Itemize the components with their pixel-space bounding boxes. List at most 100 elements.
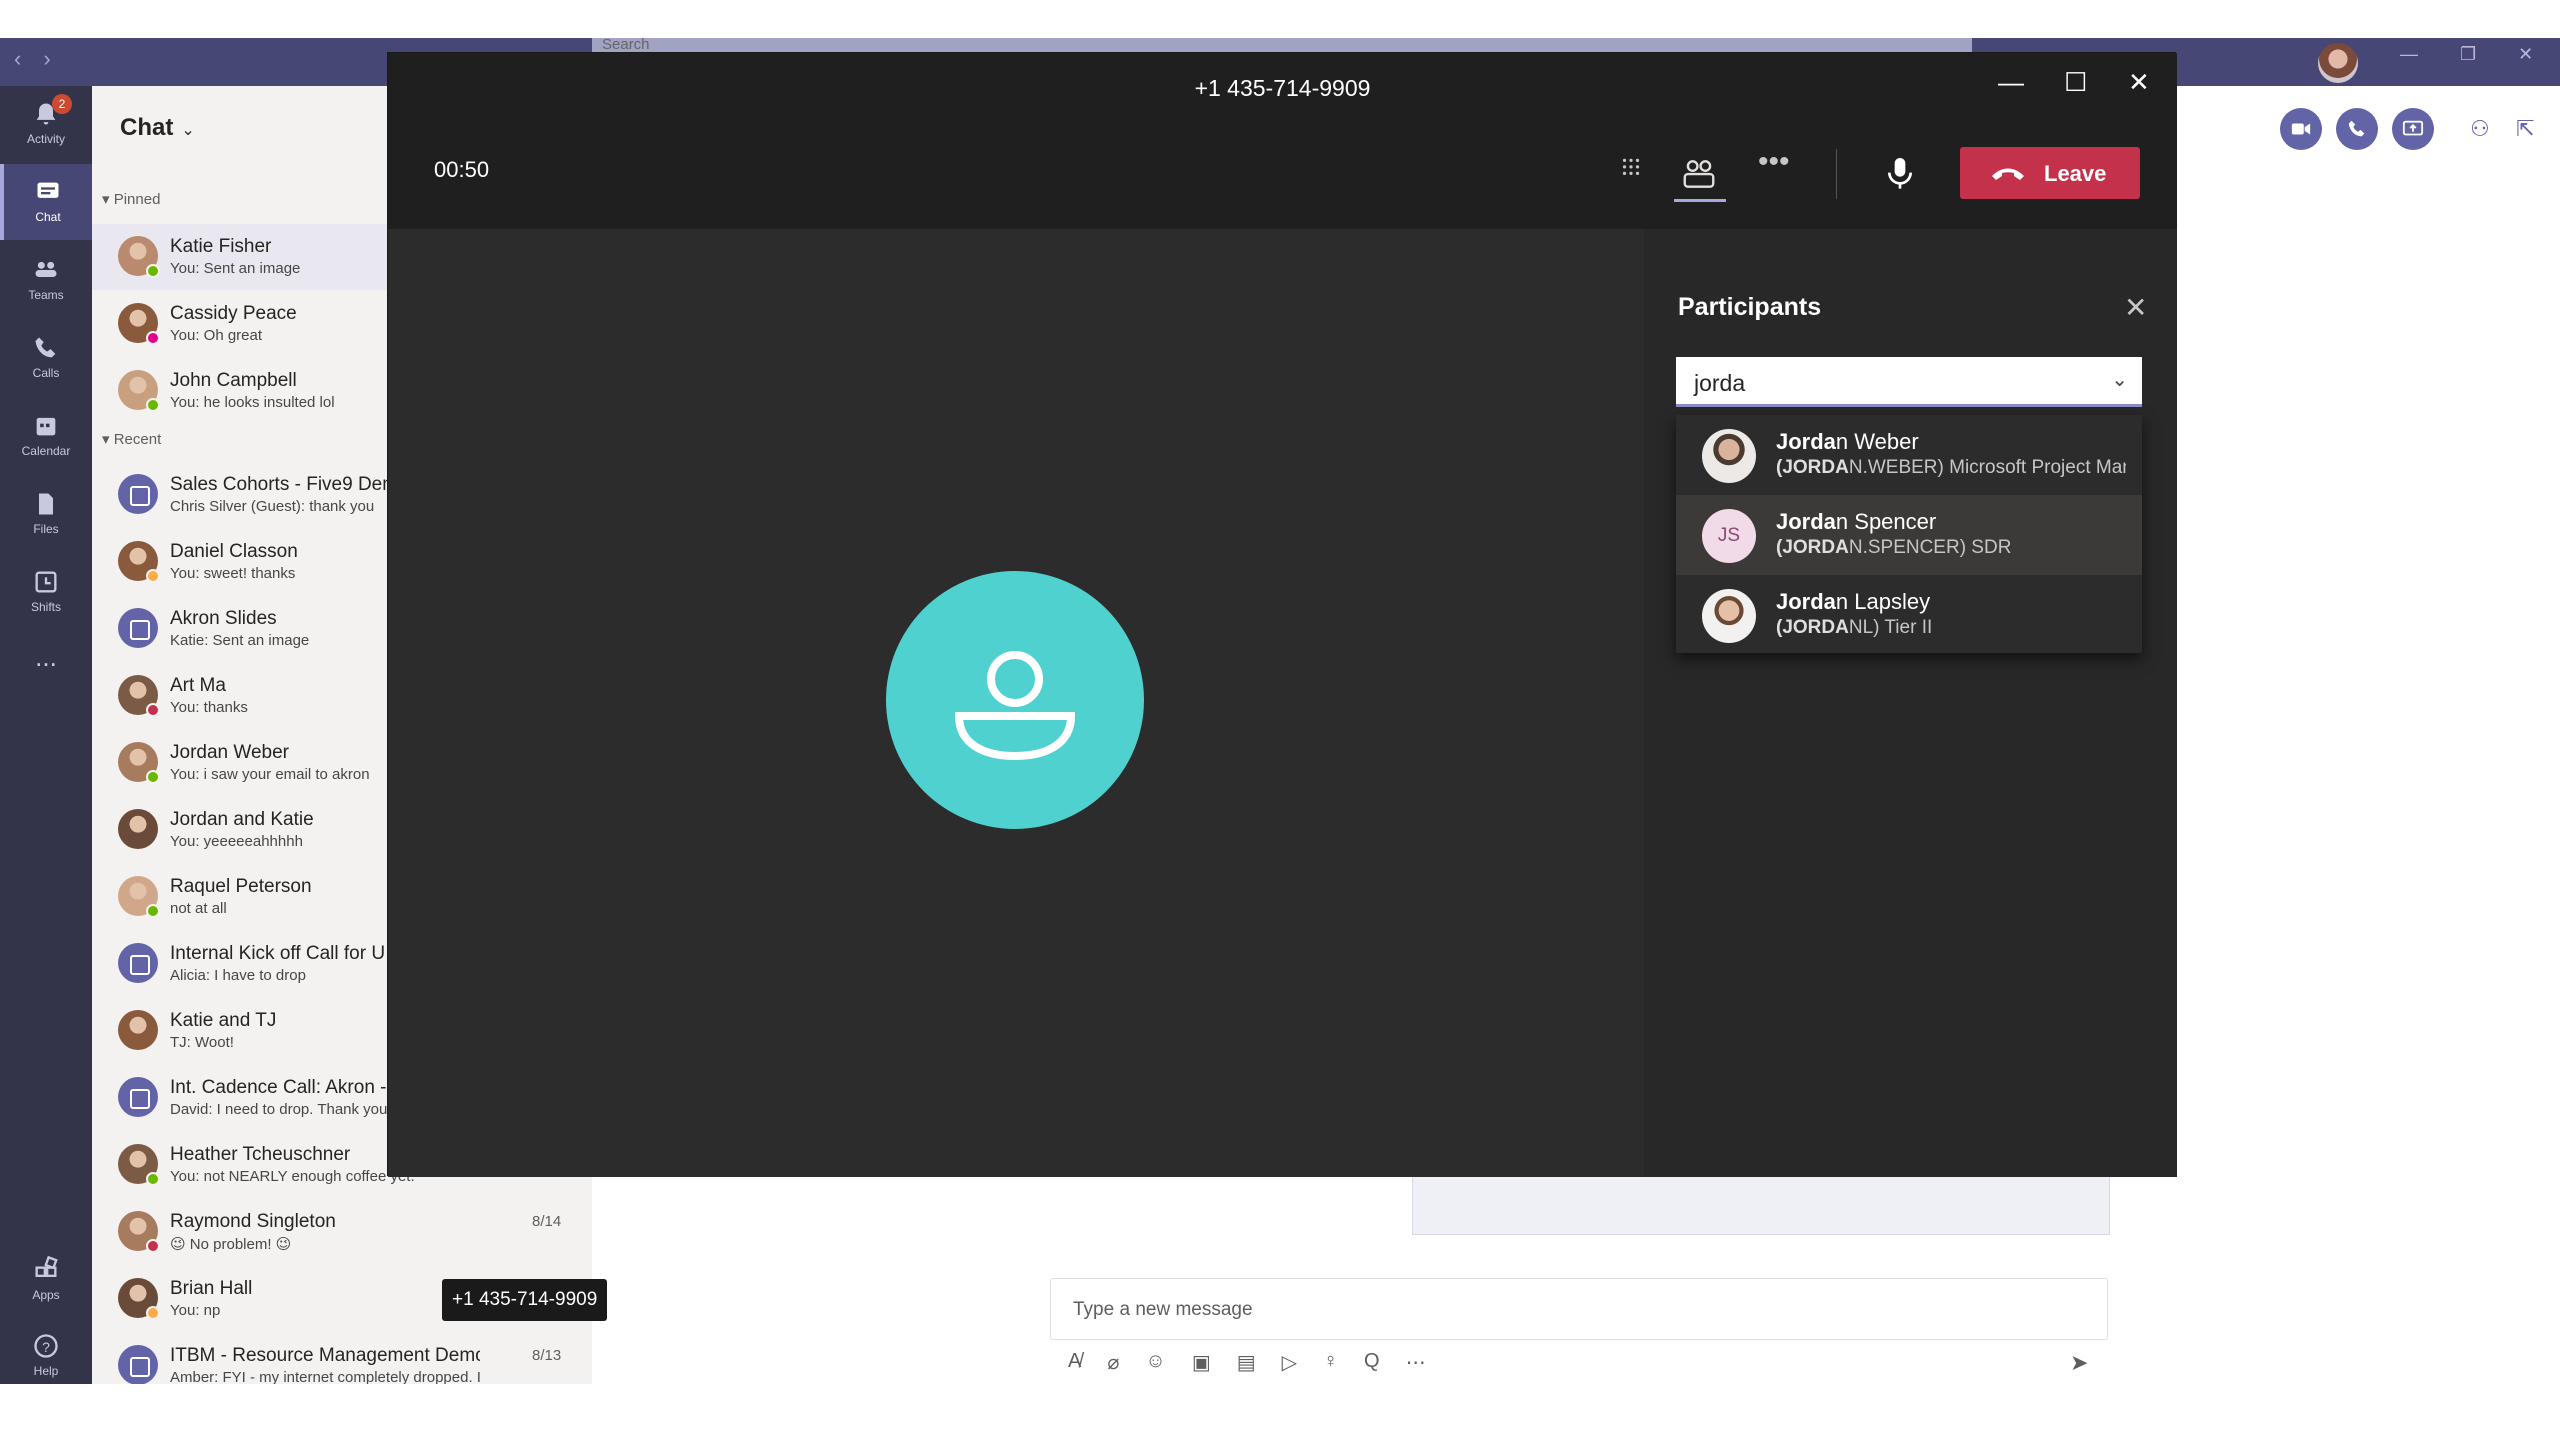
rail-item-files[interactable]: Files bbox=[0, 476, 92, 552]
call-controls: 00:50 ••• Leave bbox=[388, 119, 2177, 229]
shared-image-preview[interactable] bbox=[1412, 1175, 2110, 1235]
apps-icon bbox=[35, 1256, 58, 1277]
profile-avatar[interactable] bbox=[2318, 43, 2358, 83]
mute-button[interactable] bbox=[1884, 155, 1916, 198]
call-title: +1 435-714-9909 bbox=[1194, 75, 1371, 101]
presence-indicator bbox=[146, 703, 160, 717]
dialpad-icon bbox=[1622, 158, 1640, 176]
video-call-button[interactable] bbox=[2280, 108, 2322, 150]
name-rest: n Weber bbox=[1835, 429, 1919, 454]
chat-list-header[interactable]: Chat ⌄ bbox=[120, 114, 195, 142]
rail-item-apps[interactable]: Apps bbox=[0, 1242, 92, 1318]
rail-label: Calendar bbox=[21, 444, 71, 458]
avatar bbox=[118, 943, 158, 983]
chevron-down-icon[interactable]: ⌄ bbox=[2111, 367, 2128, 392]
send-icon[interactable]: ➤ bbox=[2070, 1350, 2088, 1376]
gif-icon[interactable]: ▣ bbox=[1192, 1350, 1211, 1375]
divider bbox=[1836, 149, 1837, 199]
emoji-icon[interactable]: ☺ bbox=[1145, 1350, 1165, 1375]
caller-avatar bbox=[886, 571, 1144, 829]
rail-item-teams[interactable]: Teams bbox=[0, 242, 92, 318]
close-icon[interactable]: ✕ bbox=[2518, 44, 2533, 65]
minimize-icon[interactable]: — bbox=[2400, 44, 2418, 65]
app-rail: 2 Activity Chat Teams Calls Calendar Fil… bbox=[0, 86, 92, 1384]
share-screen-button[interactable] bbox=[2392, 108, 2434, 150]
compose-placeholder: Type a new message bbox=[1073, 1299, 1253, 1320]
sticker-icon[interactable]: ▤ bbox=[1237, 1350, 1256, 1375]
recent-section-label[interactable]: ▾ Recent bbox=[102, 430, 161, 448]
more-options-icon[interactable]: ⋯ bbox=[1406, 1350, 1426, 1375]
rail-label: Shifts bbox=[30, 600, 61, 614]
chat-row[interactable]: Raymond Singleton 😉 No problem! 😉 8/14 bbox=[92, 1199, 592, 1265]
more-actions-icon[interactable]: ••• bbox=[1758, 145, 1790, 179]
screen: ‹ › Search — ❐ ✕ 2 Activity Chat Teams C… bbox=[0, 0, 2560, 1440]
rail-item-calendar[interactable]: Calendar bbox=[0, 398, 92, 474]
pinned-label: Pinned bbox=[113, 191, 161, 208]
phone-icon bbox=[2348, 120, 2365, 137]
microphone-icon bbox=[1888, 158, 1912, 189]
chat-title: Chat bbox=[120, 114, 174, 141]
call-minimize-icon[interactable]: — bbox=[1998, 67, 2024, 98]
chevron-down-icon: ⌄ bbox=[181, 122, 195, 139]
suggestion-item[interactable]: Jordan Weber (JORDAN.WEBER) Microsoft Pr… bbox=[1676, 415, 2142, 495]
back-arrow-icon[interactable]: ‹ bbox=[14, 46, 21, 72]
forward-arrow-icon[interactable]: › bbox=[43, 46, 50, 72]
attach-icon[interactable]: ⌀ bbox=[1107, 1350, 1119, 1375]
rail-item-calls[interactable]: Calls bbox=[0, 320, 92, 396]
dialpad-button[interactable] bbox=[1618, 155, 1644, 186]
file-icon bbox=[39, 493, 53, 515]
teams-icon bbox=[35, 261, 57, 277]
rail-label: Files bbox=[33, 522, 59, 536]
rail-item-chat[interactable]: Chat bbox=[0, 164, 92, 240]
presence-indicator bbox=[146, 904, 160, 918]
desc-match: (JORDA bbox=[1776, 537, 1849, 558]
suggestion-list: Jordan Weber (JORDA N.WEBER) Microsoft Pr… bbox=[1676, 415, 2142, 653]
rail-label: Teams bbox=[28, 288, 64, 302]
nav-arrows: ‹ › bbox=[14, 46, 51, 72]
rail-label: Calls bbox=[32, 366, 60, 380]
call-stage: +1 435-714-9909 bbox=[388, 229, 1644, 1321]
presence-indicator bbox=[146, 331, 160, 345]
add-people-icon[interactable]: ⚇ bbox=[2470, 116, 2490, 142]
presence-indicator bbox=[146, 770, 160, 784]
rail-item-help[interactable]: ? Help bbox=[0, 1318, 92, 1394]
rail-item-shifts[interactable]: Shifts bbox=[0, 554, 92, 630]
person-icon bbox=[954, 651, 1076, 761]
avatar bbox=[118, 474, 158, 514]
compose-box[interactable]: Type a new message bbox=[1050, 1278, 2108, 1340]
suggestion-item[interactable]: JS Jordan Spencer (JORDAN.SPENCER) SDR bbox=[1676, 495, 2142, 575]
close-panel-icon[interactable]: ✕ bbox=[2124, 291, 2147, 324]
show-participants-button[interactable] bbox=[1674, 155, 1726, 202]
call-maximize-icon[interactable]: ☐ bbox=[2064, 67, 2087, 98]
format-icon[interactable]: A̸ bbox=[1068, 1350, 1081, 1375]
praise-icon[interactable]: ♀ bbox=[1323, 1350, 1338, 1375]
leave-button[interactable]: Leave bbox=[1960, 147, 2140, 199]
recent-label: Recent bbox=[113, 431, 162, 448]
q-icon[interactable]: Q bbox=[1364, 1350, 1380, 1375]
chat-name: Raymond Singleton bbox=[170, 1211, 336, 1232]
caller-caption: +1 435-714-9909 bbox=[442, 1279, 608, 1321]
pop-out-icon[interactable]: ⇱ bbox=[2516, 116, 2534, 142]
rail-item-more[interactable]: ... bbox=[0, 632, 92, 708]
presence-indicator bbox=[146, 264, 160, 278]
name-match: Jorda bbox=[1776, 429, 1836, 454]
clock-icon bbox=[35, 571, 57, 593]
avatar bbox=[118, 1010, 158, 1050]
call-close-icon[interactable]: ✕ bbox=[2128, 67, 2150, 98]
desktop-margin bbox=[0, 1384, 2560, 1440]
help-icon: ? bbox=[34, 1334, 58, 1358]
participants-icon bbox=[1683, 160, 1715, 188]
meet-icon[interactable]: ▷ bbox=[1282, 1350, 1297, 1375]
avatar bbox=[118, 809, 158, 849]
leave-label: Leave bbox=[2044, 161, 2107, 186]
restore-icon[interactable]: ❐ bbox=[2460, 44, 2476, 65]
desc-rest: N.SPENCER) SDR bbox=[1848, 537, 2012, 558]
pinned-section-label[interactable]: ▾ Pinned bbox=[102, 190, 160, 208]
chat-date: 8/14 bbox=[532, 1213, 562, 1230]
suggestion-item[interactable]: Jordan Lapsley (JORDANL) Tier II bbox=[1676, 575, 2142, 655]
audio-call-button[interactable] bbox=[2336, 108, 2378, 150]
participants-search-input[interactable]: jorda ⌄ bbox=[1676, 357, 2142, 407]
avatar bbox=[118, 608, 158, 648]
rail-item-activity[interactable]: 2 Activity bbox=[0, 86, 92, 162]
desc-rest: N.WEBER) Microsoft Project Manager bbox=[1848, 457, 2126, 478]
